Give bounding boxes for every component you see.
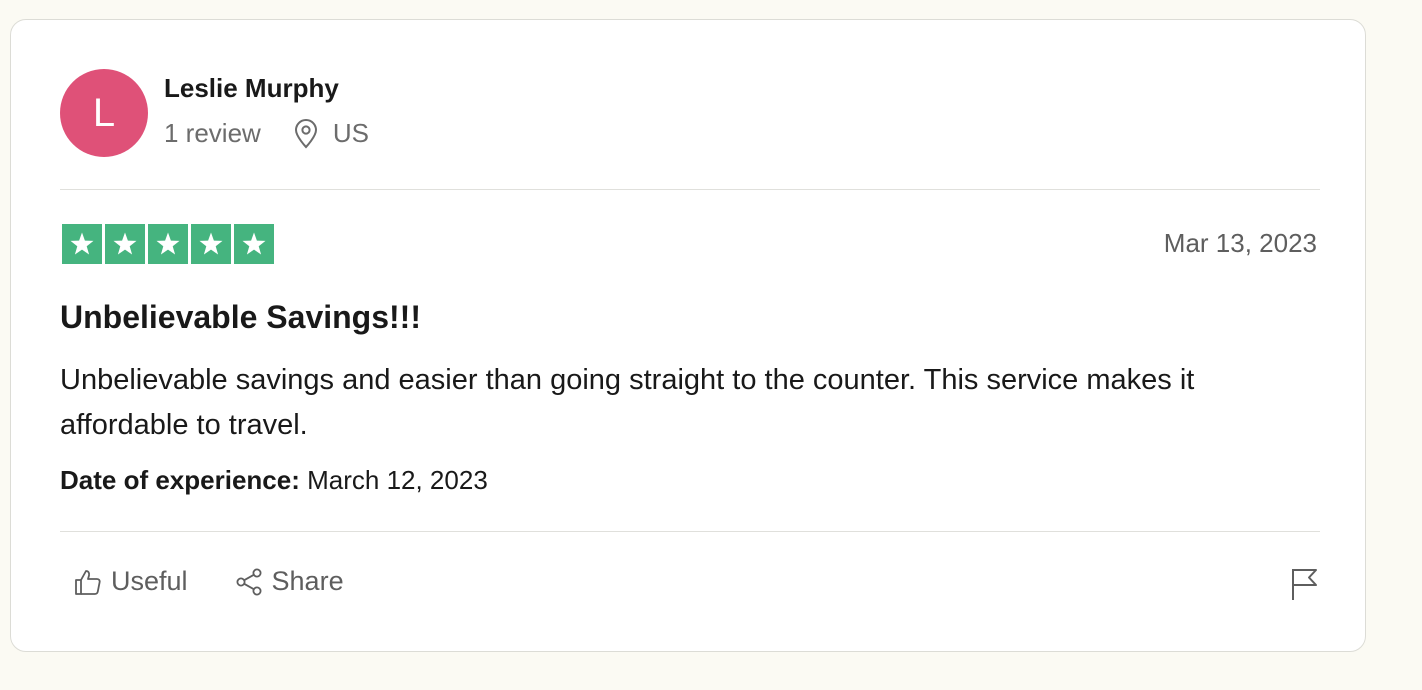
reviewer-name[interactable]: Leslie Murphy — [164, 73, 339, 104]
map-pin-icon — [294, 118, 317, 148]
star-icon — [70, 232, 94, 255]
review-date: Mar 13, 2023 — [1163, 228, 1317, 258]
review-actions: Useful Share — [73, 566, 344, 597]
star-rating — [62, 224, 274, 264]
review-card: L Leslie Murphy 1 review US Mar 13, 2023… — [10, 19, 1366, 652]
star-icon — [199, 232, 223, 255]
review-title[interactable]: Unbelievable Savings!!! — [60, 299, 421, 336]
star-icon — [156, 232, 180, 255]
flag-icon[interactable] — [1289, 567, 1319, 601]
review-count: 1 review — [164, 118, 261, 148]
review-body: Unbelievable savings and easier than goi… — [60, 364, 1195, 441]
date-of-experience: Date of experience: March 12, 2023 — [60, 465, 488, 496]
divider — [60, 189, 1320, 190]
thumbs-up-icon — [75, 569, 101, 595]
star-icon — [113, 232, 137, 255]
experience-label: Date of experience: — [60, 465, 300, 495]
star-4 — [191, 224, 231, 264]
star-2 — [105, 224, 145, 264]
share-icon — [236, 568, 262, 595]
reviewer-location: US — [293, 118, 369, 149]
avatar[interactable]: L — [60, 69, 148, 157]
star-1 — [62, 224, 102, 264]
reviewer-meta: 1 review US — [164, 118, 369, 149]
share-label: Share — [271, 566, 344, 596]
useful-button[interactable]: Useful — [73, 566, 188, 597]
share-button[interactable]: Share — [234, 566, 344, 597]
divider — [60, 531, 1320, 532]
star-3 — [148, 224, 188, 264]
useful-label: Useful — [111, 566, 188, 596]
experience-date: March 12, 2023 — [307, 465, 488, 495]
star-icon — [242, 232, 266, 255]
reviewer-country: US — [332, 118, 369, 148]
star-5 — [234, 224, 274, 264]
